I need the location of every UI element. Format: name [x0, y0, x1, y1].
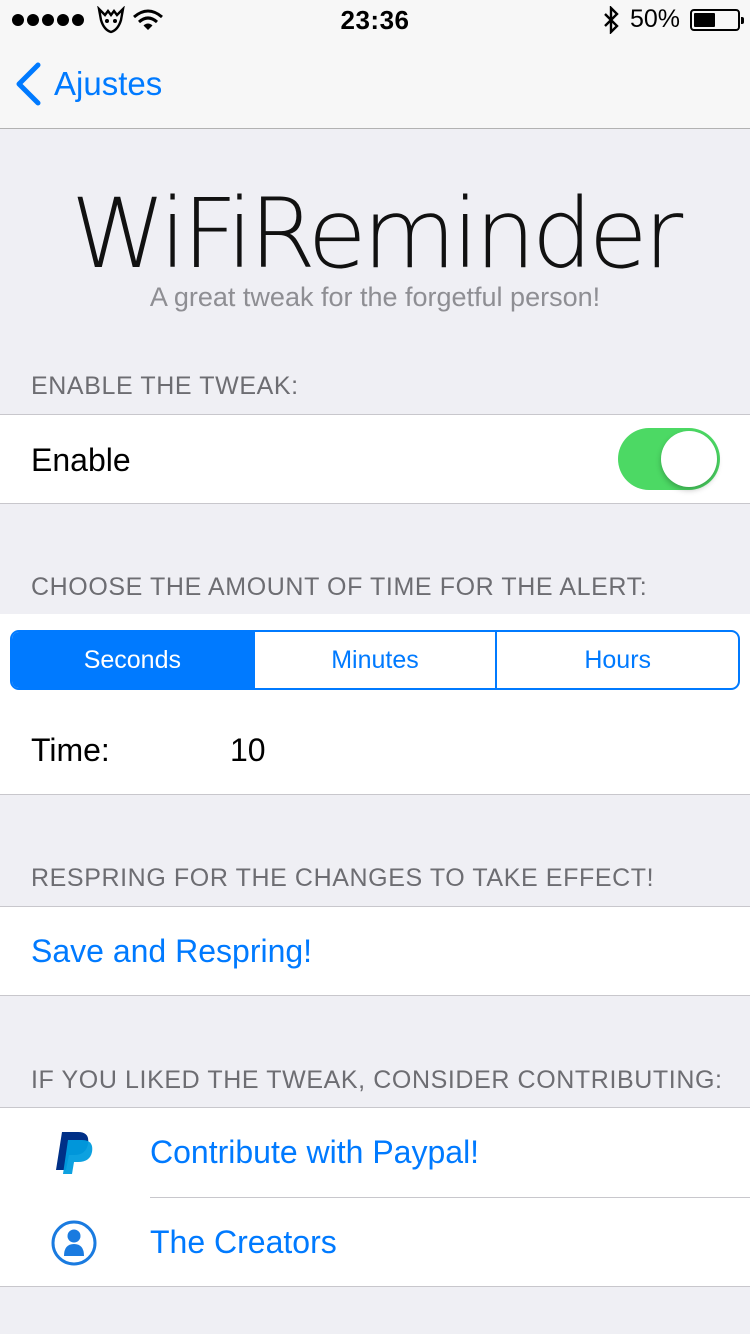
status-bar: 23:36 50%	[0, 0, 750, 40]
time-section-header: CHOOSE THE AMOUNT OF TIME FOR THE ALERT:	[31, 573, 648, 601]
battery-percent: 50%	[629, 5, 680, 33]
enable-section-header: ENABLE THE TWEAK:	[31, 372, 299, 400]
status-right: 50%	[602, 5, 744, 34]
respring-section-header: RESPRING FOR THE CHANGES TO TAKE EFFECT!	[31, 864, 655, 892]
toggle-knob	[661, 431, 717, 487]
contribute-section-header: IF YOU LIKED THE TWEAK, CONSIDER CONTRIB…	[31, 1066, 723, 1094]
time-group: Seconds Minutes Hours Time: 10	[0, 614, 750, 795]
time-label: Time:	[31, 732, 110, 768]
battery-icon	[690, 8, 744, 31]
app-title-text: WiFiReminder	[70, 178, 683, 290]
contribute-group: Contribute with Paypal! The Creators	[0, 1107, 750, 1287]
app-subtitle: A great tweak for the forgetful person!	[149, 282, 601, 312]
segment-minutes[interactable]: Minutes	[252, 632, 496, 688]
battery-fill	[694, 12, 715, 27]
enable-toggle[interactable]	[618, 428, 720, 490]
back-button[interactable]: Ajustes	[14, 62, 162, 106]
respring-cell: Save and Respring!	[0, 906, 750, 996]
bluetooth-icon	[604, 5, 619, 34]
segment-seconds[interactable]: Seconds	[12, 632, 253, 688]
paypal-icon	[56, 1132, 93, 1174]
back-chevron-icon	[16, 62, 41, 106]
app-title: WiFiReminder	[0, 178, 750, 290]
enable-label: Enable	[31, 442, 131, 478]
time-unit-segmented-control: Seconds Minutes Hours	[10, 630, 740, 690]
navigation-bar: Ajustes	[0, 40, 750, 129]
the-creators-link[interactable]: The Creators	[150, 1224, 337, 1261]
contribute-paypal-link[interactable]: Contribute with Paypal!	[150, 1134, 479, 1171]
enable-cell: Enable	[0, 414, 750, 504]
save-and-respring-button[interactable]: Save and Respring!	[31, 933, 312, 970]
time-value-field[interactable]: 10	[230, 732, 266, 769]
segment-hours[interactable]: Hours	[495, 632, 738, 688]
person-icon	[51, 1220, 97, 1266]
back-label: Ajustes	[54, 65, 163, 102]
row-divider	[150, 1197, 750, 1198]
